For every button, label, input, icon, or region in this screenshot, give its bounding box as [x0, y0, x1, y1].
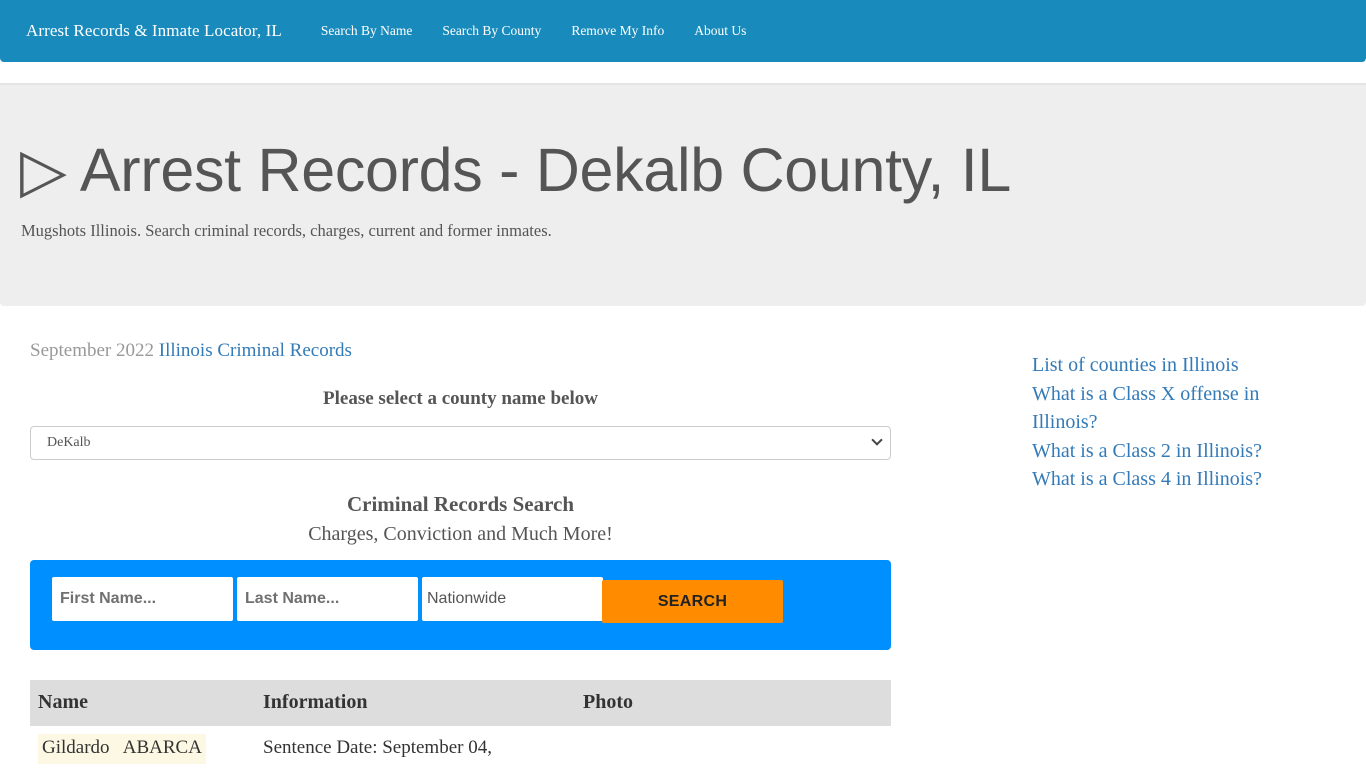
- search-section-title: Criminal Records Search: [346, 492, 575, 516]
- chevron-down-icon: [872, 436, 882, 446]
- triangle-right-icon: ▷: [20, 136, 67, 204]
- search-form: First Name... Last Name... Nationwide SE…: [30, 560, 891, 650]
- nav-search-by-name[interactable]: Search By Name: [321, 23, 412, 39]
- nav-remove-my-info[interactable]: Remove My Info: [571, 23, 664, 39]
- column-header-name: Name: [38, 691, 88, 713]
- table-row: Gildardo ABARCA Sentence Date: September…: [30, 726, 891, 776]
- county-select[interactable]: DeKalb: [30, 426, 891, 460]
- nav-about-us[interactable]: About Us: [694, 23, 746, 39]
- illinois-criminal-records-link[interactable]: Illinois Criminal Records: [159, 340, 352, 361]
- location-input[interactable]: Nationwide: [422, 577, 603, 621]
- page-title: ▷ Arrest Records - Dekalb County, IL: [20, 135, 1011, 206]
- inmate-information: Sentence Date: September 04,: [263, 737, 492, 758]
- county-select-value: DeKalb: [47, 435, 91, 450]
- table-header: Name Information Photo: [30, 680, 891, 726]
- first-name-input[interactable]: First Name...: [52, 577, 233, 621]
- sidebar-link-class-2[interactable]: What is a Class 2 in Illinois?: [1032, 437, 1302, 466]
- sidebar-link-counties[interactable]: List of counties in Illinois: [1032, 351, 1302, 380]
- inmate-name-link[interactable]: Gildardo ABARCA: [38, 734, 206, 764]
- nav-search-by-county[interactable]: Search By County: [442, 23, 541, 39]
- column-header-photo: Photo: [583, 691, 633, 713]
- county-select-label: Please select a county name below: [323, 388, 598, 409]
- search-button[interactable]: SEARCH: [602, 580, 783, 623]
- site-brand-link[interactable]: Arrest Records & Inmate Locator, IL: [26, 21, 282, 41]
- page-header: ▷ Arrest Records - Dekalb County, IL Mug…: [0, 83, 1366, 306]
- nav-links: Search By Name Search By County Remove M…: [321, 23, 777, 39]
- last-name-input[interactable]: Last Name...: [237, 577, 418, 621]
- sidebar-link-class-4[interactable]: What is a Class 4 in Illinois?: [1032, 465, 1302, 494]
- search-section-subtitle: Charges, Conviction and Much More!: [308, 523, 613, 545]
- records-table: Name Information Photo Gildardo ABARCA S…: [30, 680, 891, 776]
- date-prefix: September 2022: [30, 340, 155, 361]
- sidebar: List of counties in Illinois What is a C…: [1032, 351, 1302, 494]
- top-navbar: Arrest Records & Inmate Locator, IL Sear…: [0, 0, 1366, 62]
- column-header-information: Information: [263, 691, 368, 713]
- sidebar-link-class-x[interactable]: What is a Class X offense in Illinois?: [1032, 380, 1302, 437]
- page-title-text: Arrest Records - Dekalb County, IL: [79, 136, 1012, 204]
- page-subtitle: Mugshots Illinois. Search criminal recor…: [21, 221, 552, 240]
- date-line: September 2022 Illinois Criminal Records: [30, 340, 352, 362]
